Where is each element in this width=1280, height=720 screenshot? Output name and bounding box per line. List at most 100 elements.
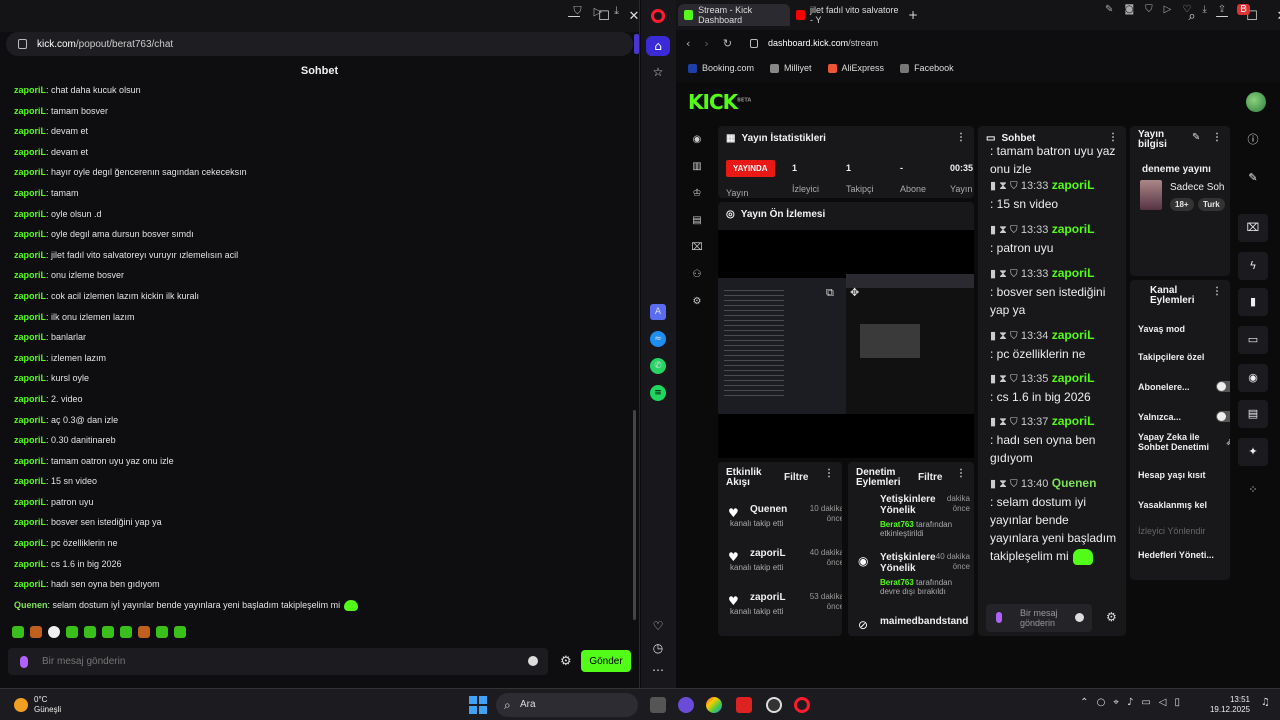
chat-input[interactable]: Bir mesaj gönderin xyxy=(1020,608,1070,628)
tab-kick-dashboard[interactable]: Stream - Kick Dashboard xyxy=(678,4,790,26)
category-thumbnail[interactable] xyxy=(1140,180,1162,210)
close-icon[interactable]: ✕ xyxy=(1274,8,1280,24)
host-viewers-item[interactable]: İzleyici Yönlendir xyxy=(1138,526,1230,536)
chat-username[interactable]: zaporiL xyxy=(14,435,46,445)
emote-icon[interactable] xyxy=(138,626,150,638)
avatar[interactable] xyxy=(1246,92,1266,112)
emote-icon[interactable] xyxy=(156,626,168,638)
task-view-icon[interactable] xyxy=(650,697,666,713)
chat-username[interactable]: zaporiL xyxy=(14,312,46,322)
download-icon[interactable]: ⤓ xyxy=(614,5,619,18)
wps-icon[interactable] xyxy=(736,697,752,713)
chat-username[interactable]: zaporiL xyxy=(1052,266,1095,280)
chat-username[interactable]: zaporiL xyxy=(1052,222,1095,236)
play-icon[interactable]: ▷ xyxy=(594,5,602,18)
mod-tools-icon[interactable]: ▮ ⧗ ⛉ xyxy=(990,224,1021,236)
settings-app-icon[interactable] xyxy=(766,697,782,713)
taskbar-search[interactable]: Ara xyxy=(496,693,638,717)
clock[interactable]: 13:51 19.12.2025 xyxy=(1210,695,1250,715)
chat-username[interactable]: zaporiL xyxy=(14,250,46,260)
edit-icon[interactable]: ✎ xyxy=(1192,132,1200,143)
emote-icon[interactable] xyxy=(12,626,24,638)
volume-icon[interactable]: ◁ xyxy=(1159,697,1167,708)
chat-username[interactable]: zaporiL xyxy=(14,167,46,177)
chat-username[interactable]: zaporiL xyxy=(14,209,46,219)
tab-youtube[interactable]: jilet fadıl vito salvatore - Y xyxy=(790,4,902,26)
chat-username[interactable]: zaporiL xyxy=(14,147,46,157)
opera-tray-icon[interactable]: ○ xyxy=(1097,697,1106,708)
moderation-action[interactable]: maimedbandstand xyxy=(860,616,968,627)
emote-icon[interactable] xyxy=(120,626,132,638)
more-icon[interactable]: ⋮ xyxy=(1212,286,1222,297)
edit-icon[interactable]: ✎ xyxy=(1238,164,1268,192)
edit-icon[interactable]: ✎ xyxy=(1105,4,1113,15)
mic-icon[interactable] xyxy=(20,655,28,668)
heart-icon[interactable]: ♡ xyxy=(1182,4,1191,15)
emote-icon[interactable] xyxy=(174,626,186,638)
stream-icon[interactable]: ◉ xyxy=(688,134,706,161)
scrollbar[interactable] xyxy=(633,410,636,620)
toggle-switch[interactable] xyxy=(1216,411,1230,422)
forward-icon[interactable]: › xyxy=(704,37,708,50)
chat-username[interactable]: zaporiL xyxy=(14,373,46,383)
mod-tools-icon[interactable]: ▮ ⧗ ⛉ xyxy=(990,416,1021,428)
clip-icon[interactable]: ⌧ xyxy=(1238,214,1268,242)
stream-category[interactable]: Sadece Soh xyxy=(1170,182,1225,193)
account-age-item[interactable]: Hesap yaşı kısıt› xyxy=(1138,470,1230,480)
emote-icon[interactable] xyxy=(30,626,42,638)
bookmark-booking[interactable]: Booking.com xyxy=(688,63,754,73)
wrench-icon[interactable]: ✦ xyxy=(1238,438,1268,466)
star-icon[interactable]: ☆ xyxy=(650,64,666,80)
mod-tools-icon[interactable]: ▮ ⧗ ⛉ xyxy=(990,373,1021,385)
chevron-up-icon[interactable]: ⌃ xyxy=(1080,697,1088,708)
gear-icon[interactable]: ⚙ xyxy=(1106,610,1117,624)
manage-goals-item[interactable]: Hedefleri Yöneti...› xyxy=(1138,550,1230,560)
toggle-switch[interactable] xyxy=(1216,381,1230,392)
slow-mode-item[interactable]: Yavaş mod› xyxy=(1138,324,1230,334)
layout-icon[interactable]: ▤ xyxy=(1238,400,1268,428)
apps-icon[interactable]: ⁘ xyxy=(1238,476,1268,504)
new-tab-icon[interactable]: + xyxy=(908,8,918,22)
chat-username[interactable]: zaporiL xyxy=(14,106,46,116)
chat-username[interactable]: zaporiL xyxy=(14,291,46,301)
home-icon[interactable]: ⌂ xyxy=(646,36,670,56)
shield-icon[interactable]: ⛉ xyxy=(1145,4,1153,15)
chat-username[interactable]: zaporiL xyxy=(1052,178,1095,192)
chat-input[interactable] xyxy=(42,656,502,667)
chat-username[interactable]: zaporiL xyxy=(14,85,46,95)
emoji-icon[interactable] xyxy=(1075,613,1084,622)
spotify-icon[interactable]: ≡ xyxy=(650,385,666,401)
chat-icon[interactable]: ▭ xyxy=(1238,326,1268,354)
more-icon[interactable]: ⋮ xyxy=(824,468,834,479)
chat-username[interactable]: Quenen xyxy=(1052,476,1097,490)
whatsapp-icon[interactable]: ✆ xyxy=(650,358,666,374)
chat-username[interactable]: zaporiL xyxy=(14,188,46,198)
heart-icon[interactable]: ♡ xyxy=(650,618,666,634)
more-icon[interactable]: ⋮ xyxy=(956,468,966,479)
chat-username[interactable]: zaporiL xyxy=(14,517,46,527)
activity-filter[interactable]: Filtre xyxy=(784,472,808,483)
opera-logo-icon[interactable] xyxy=(651,9,665,23)
more-icon[interactable]: ⋮ xyxy=(1212,132,1222,143)
chat-username[interactable]: zaporiL xyxy=(1052,371,1095,385)
extension-icon[interactable]: B xyxy=(1237,4,1250,15)
share-icon[interactable]: ⇪ xyxy=(1218,4,1226,15)
lightning-icon[interactable]: ϟ xyxy=(1238,252,1268,280)
close-icon[interactable]: ✕ xyxy=(626,8,642,24)
address-bar[interactable]: kick.com/popout/berat763/chat xyxy=(6,32,633,56)
broadcast-icon[interactable]: ◉ xyxy=(1238,364,1268,392)
reload-icon[interactable]: ↻ xyxy=(723,37,732,50)
gear-icon[interactable]: ⚙ xyxy=(560,654,572,669)
trophy-icon[interactable]: ♔ xyxy=(688,188,706,215)
bookmark-aliexpress[interactable]: AliExpress xyxy=(827,63,884,73)
network-icon[interactable]: ▭ xyxy=(1141,697,1150,708)
download-icon[interactable]: ⤓ xyxy=(1202,4,1206,15)
subscribers-only-item[interactable]: Abonelere... xyxy=(1138,381,1230,392)
mod-tools-icon[interactable]: ▮ ⧗ ⛉ xyxy=(990,268,1021,280)
preview-video[interactable]: ⧉ ✥ xyxy=(718,230,974,458)
moderation-filter[interactable]: Filtre xyxy=(918,472,942,483)
aria-icon[interactable]: A xyxy=(650,304,666,320)
camera-icon[interactable]: ◙ xyxy=(1124,4,1134,15)
ai-moderation-item[interactable]: Yapay Zeka ile Sohbet Denetimi ⇗ xyxy=(1138,432,1230,452)
chat-username[interactable]: zaporiL xyxy=(14,353,46,363)
